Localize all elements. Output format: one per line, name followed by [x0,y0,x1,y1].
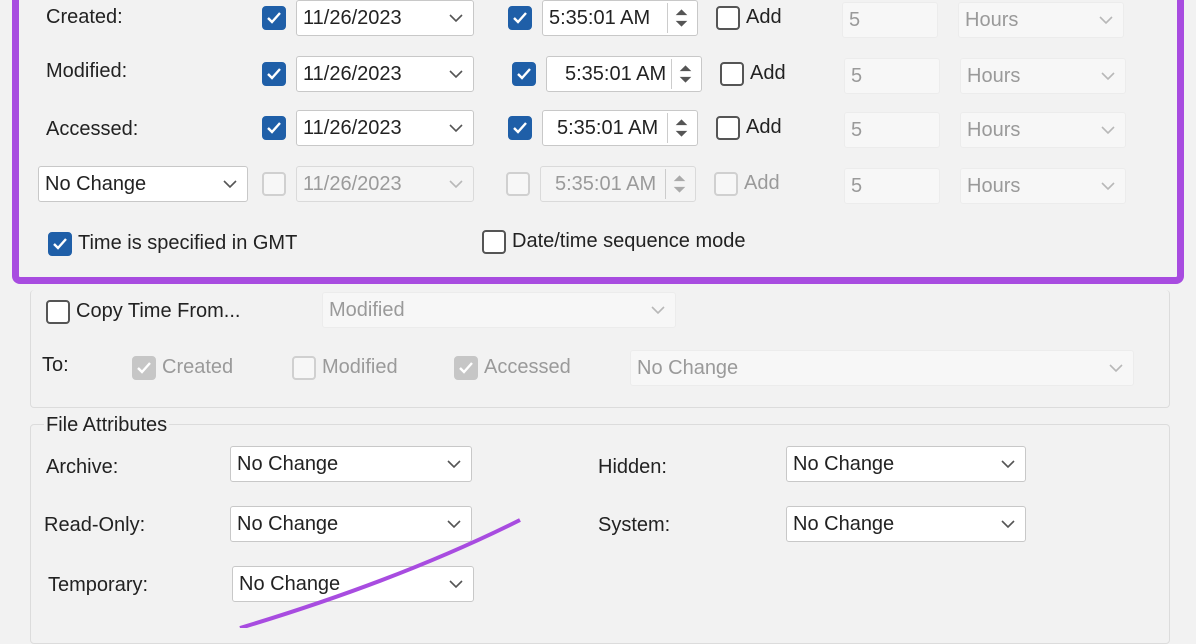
annotation-arrow-icon [239,518,521,628]
